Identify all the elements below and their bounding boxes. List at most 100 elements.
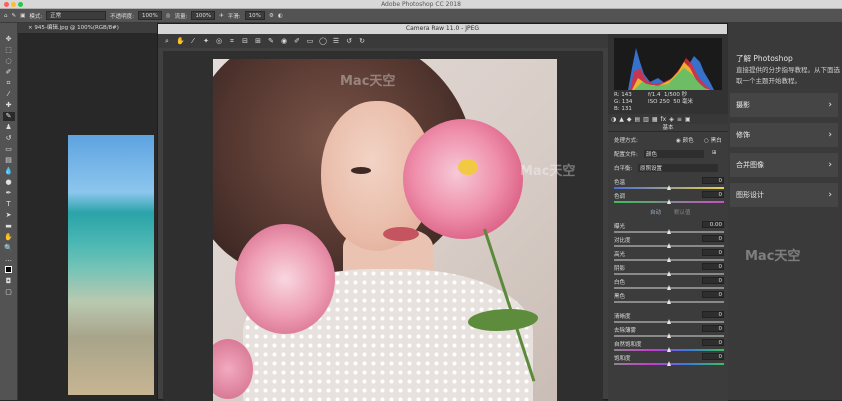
- treatment-color-label: 颜色: [682, 138, 694, 144]
- move-tool-icon[interactable]: ✥: [3, 35, 15, 44]
- slider-value[interactable]: 0: [702, 291, 724, 298]
- pen-tool-icon[interactable]: ✒: [3, 189, 15, 198]
- crop-tool-icon[interactable]: ⌗: [3, 79, 15, 88]
- hand-tool-icon[interactable]: ✋: [3, 233, 15, 242]
- tools-panel: ✥ ⬚ ◌ ✐ ⌗ ⁄ ✚ ✎ ♟ ↺ ▭ ▤ 💧 ● ✒ T ➤ ▬ ✋ 🔍 …: [0, 23, 18, 400]
- slider-contrast: 对比度 0: [614, 235, 724, 250]
- auto-button[interactable]: 自动: [650, 208, 661, 216]
- rotate-ccw-icon[interactable]: ↺: [345, 37, 353, 45]
- white-balance-icon[interactable]: ⁄: [189, 37, 197, 45]
- camera-raw-preview[interactable]: [163, 51, 603, 401]
- basic-panel: 基本 处理方式: ◉ 颜色 ○ 黑白 配置文件: 颜色 ⊞ 白平衡: 原照设置 …: [608, 124, 728, 401]
- treatment-bw-radio[interactable]: ○ 黑白: [704, 136, 722, 144]
- slider-value[interactable]: 0: [702, 353, 724, 360]
- presets-icon[interactable]: ≡: [677, 116, 682, 123]
- grad-filter-icon[interactable]: ▭: [306, 37, 314, 45]
- slider-value[interactable]: 0: [702, 249, 724, 256]
- zoom-icon[interactable]: ⌕: [163, 37, 171, 46]
- healing-brush-icon[interactable]: ✚: [3, 101, 15, 110]
- detail-icon[interactable]: ◆: [627, 116, 632, 123]
- readout-g: G: 134: [614, 99, 633, 105]
- spot-removal-icon[interactable]: ✎: [267, 37, 275, 45]
- opacity-label: 不透明度:: [110, 13, 135, 20]
- preferences-icon[interactable]: ☰: [332, 37, 340, 45]
- rotate-cw-icon[interactable]: ↻: [358, 37, 366, 45]
- home-icon[interactable]: ⌂: [4, 13, 8, 19]
- brush-panel-icon[interactable]: ▣: [20, 13, 25, 19]
- settings-gear-icon[interactable]: ⚙: [269, 13, 274, 19]
- profile-dropdown[interactable]: 颜色: [644, 150, 704, 158]
- mode-label: 模式:: [29, 13, 43, 20]
- color-sampler-icon[interactable]: ✦: [202, 37, 210, 45]
- quick-select-icon[interactable]: ✐: [3, 68, 15, 77]
- document-tab-label: 945-编辑.jpg @ 100%(RGB/8#): [34, 25, 119, 31]
- shape-tool-icon[interactable]: ▬: [3, 222, 15, 231]
- zoom-tool-icon[interactable]: 🔍: [3, 244, 15, 253]
- mode-dropdown[interactable]: 正常: [46, 11, 107, 20]
- learn-item-photography[interactable]: 摄影 ›: [730, 93, 838, 117]
- slider-value[interactable]: 0: [702, 325, 724, 332]
- red-eye-icon[interactable]: ◉: [280, 37, 288, 45]
- fx-icon[interactable]: fx: [661, 116, 667, 123]
- hsl-icon[interactable]: ▤: [635, 116, 641, 123]
- target-adjust-icon[interactable]: ◎: [215, 37, 223, 45]
- treatment-color-radio[interactable]: ◉ 颜色: [676, 136, 694, 144]
- profile-browser-icon[interactable]: ⊞: [712, 150, 717, 156]
- slider-label: 黑色: [614, 294, 626, 300]
- stamp-tool-icon[interactable]: ♟: [3, 123, 15, 132]
- crop-icon[interactable]: ⌗: [228, 37, 236, 46]
- learn-item-retouch[interactable]: 修饰 ›: [730, 123, 838, 147]
- slider-blacks: 黑色 0: [614, 291, 724, 306]
- slider-value[interactable]: 0: [702, 339, 724, 346]
- flow-input[interactable]: 100%: [191, 11, 216, 20]
- gradient-tool-icon[interactable]: ▤: [3, 156, 15, 165]
- slider-value[interactable]: 0: [702, 191, 724, 198]
- lasso-tool-icon[interactable]: ◌: [3, 57, 15, 66]
- screen-mode-icon[interactable]: ▢: [3, 288, 15, 297]
- slider-value[interactable]: 0: [702, 263, 724, 270]
- pressure-opacity-icon[interactable]: ◎: [166, 13, 171, 19]
- path-select-icon[interactable]: ➤: [3, 211, 15, 220]
- hand-icon[interactable]: ✋: [176, 37, 185, 45]
- opacity-input[interactable]: 100%: [138, 11, 162, 20]
- basic-panel-icon[interactable]: ◑: [611, 116, 616, 123]
- color-swatches-icon[interactable]: [3, 266, 15, 275]
- readout-b: B: 131: [614, 106, 632, 112]
- learn-item-graphic-design[interactable]: 图形设计 ›: [730, 183, 838, 207]
- default-button[interactable]: 默认值: [674, 208, 691, 216]
- snapshots-icon[interactable]: ▣: [685, 116, 691, 123]
- smooth-input[interactable]: 10%: [244, 11, 265, 20]
- adjust-brush-icon[interactable]: ✐: [293, 37, 301, 45]
- type-tool-icon[interactable]: T: [3, 200, 15, 209]
- airbrush-icon[interactable]: ✈: [219, 13, 224, 19]
- more-tools-icon[interactable]: …: [3, 255, 15, 264]
- slider-label: 白色: [614, 280, 626, 286]
- slider-value[interactable]: 0: [702, 177, 724, 184]
- eraser-tool-icon[interactable]: ▭: [3, 145, 15, 154]
- slider-value[interactable]: 0: [702, 277, 724, 284]
- slider-value[interactable]: 0: [702, 235, 724, 242]
- tone-curve-icon[interactable]: ▲: [619, 116, 624, 123]
- split-tone-icon[interactable]: ▥: [643, 116, 649, 123]
- symmetry-icon[interactable]: ◐: [278, 13, 283, 19]
- brush-preset-icon[interactable]: ✎: [12, 13, 17, 19]
- radial-filter-icon[interactable]: ◯: [319, 37, 327, 45]
- blur-tool-icon[interactable]: 💧: [3, 167, 15, 176]
- slider-tint: 色调 0: [614, 191, 724, 206]
- treatment-row: 处理方式: ◉ 颜色 ○ 黑白: [614, 136, 724, 150]
- learn-item-combine[interactable]: 合并图像 ›: [730, 153, 838, 177]
- calibration-icon[interactable]: ◈: [669, 116, 674, 123]
- quick-mask-icon[interactable]: ◘: [3, 277, 15, 286]
- slider-value[interactable]: 0.00: [702, 221, 724, 228]
- transform-icon[interactable]: ⊞: [254, 37, 262, 45]
- wb-dropdown[interactable]: 原照设置: [638, 164, 718, 172]
- slider-value[interactable]: 0: [702, 311, 724, 318]
- peony-flower-main: [403, 119, 523, 239]
- history-brush-icon[interactable]: ↺: [3, 134, 15, 143]
- straighten-icon[interactable]: ⊟: [241, 37, 249, 45]
- brush-tool-icon[interactable]: ✎: [2, 112, 15, 121]
- lens-icon[interactable]: ▦: [652, 116, 658, 123]
- eyedropper-icon[interactable]: ⁄: [3, 90, 15, 99]
- dodge-tool-icon[interactable]: ●: [3, 178, 15, 187]
- marquee-tool-icon[interactable]: ⬚: [3, 46, 15, 55]
